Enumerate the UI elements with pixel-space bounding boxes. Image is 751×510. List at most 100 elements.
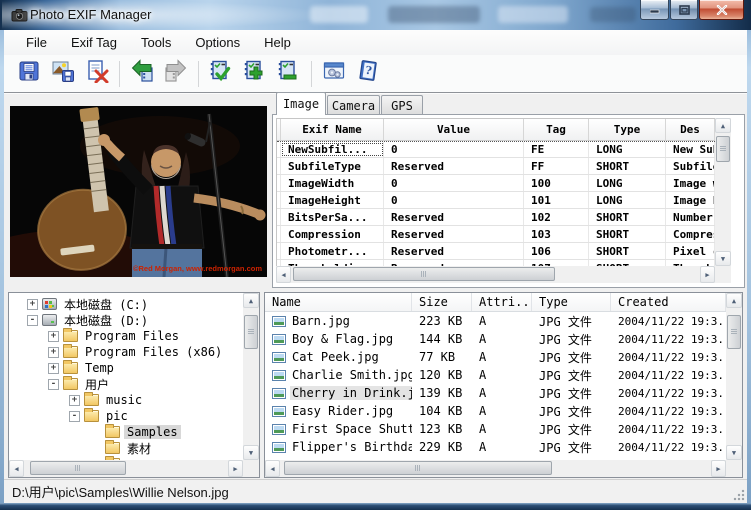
resize-grip[interactable] — [732, 488, 745, 501]
tree-item[interactable]: + Program Files — [9, 328, 243, 344]
scroll-right-icon[interactable]: ▶ — [700, 266, 715, 283]
expand-toggle-icon[interactable]: - — [69, 411, 80, 422]
tree-vertical-scrollbar[interactable]: ▲ ▼ — [243, 293, 259, 460]
file-size: 144 KB — [412, 330, 472, 348]
scroll-thumb[interactable] — [284, 461, 552, 475]
maximize-icon[interactable] — [670, 0, 698, 20]
menu-item[interactable]: Exif Tag — [59, 32, 129, 53]
tree-item[interactable]: + music — [9, 392, 243, 408]
scroll-up-icon[interactable]: ▲ — [715, 118, 731, 133]
column-header-tag[interactable]: Tag — [524, 119, 589, 140]
add-tag-button[interactable] — [238, 58, 272, 90]
scroll-down-icon[interactable]: ▼ — [726, 445, 742, 460]
check-tags-button[interactable] — [204, 58, 238, 90]
file-row[interactable]: Boy & Flag.jpg 144 KB A JPG 文件 2004/11/2… — [265, 330, 726, 348]
column-header-description[interactable]: Des — [666, 119, 715, 140]
folder-icon — [84, 394, 99, 406]
scroll-left-icon[interactable]: ◀ — [276, 266, 291, 283]
next-image-icon — [164, 59, 188, 88]
menu-item[interactable]: Tools — [129, 32, 183, 53]
expand-toggle-icon[interactable]: + — [48, 331, 59, 342]
scroll-up-icon[interactable]: ▲ — [243, 293, 259, 308]
title-bar[interactable]: Photo EXIF Manager — [0, 0, 751, 30]
close-icon[interactable] — [699, 0, 744, 20]
menu-item[interactable]: Options — [183, 32, 252, 53]
file-row[interactable]: Barn.jpg 223 KB A JPG 文件 2004/11/22 19:3… — [265, 312, 726, 330]
tree-item[interactable]: - pic — [9, 408, 243, 424]
scroll-right-icon[interactable]: ▶ — [711, 460, 726, 477]
file-row[interactable]: Easy Rider.jpg 104 KB A JPG 文件 2004/11/2… — [265, 402, 726, 420]
exif-row[interactable]: ImageHeight 0 101 LONG Image h — [277, 192, 715, 209]
column-header-name[interactable]: Name — [265, 293, 412, 311]
remove-tag-button[interactable] — [272, 58, 306, 90]
exif-type-cell: LONG — [589, 192, 666, 208]
scroll-left-icon[interactable]: ◀ — [265, 460, 280, 477]
tab-gps[interactable]: GPS — [381, 95, 423, 115]
scroll-right-icon[interactable]: ▶ — [228, 460, 243, 477]
scroll-down-icon[interactable]: ▼ — [715, 251, 731, 266]
next-image-button[interactable] — [159, 58, 193, 90]
options-button[interactable] — [317, 58, 351, 90]
tree-item[interactable]: + 本地磁盘 (C:) — [9, 296, 243, 312]
exif-vertical-scrollbar[interactable]: ▲ ▼ — [715, 118, 731, 266]
exif-row[interactable]: ImageWidth 0 100 LONG Image w — [277, 175, 715, 192]
scroll-thumb[interactable] — [30, 461, 126, 475]
expand-toggle-icon[interactable]: - — [27, 315, 38, 326]
tree-item[interactable]: 素材 — [9, 440, 243, 456]
expand-toggle-icon[interactable]: + — [27, 299, 38, 310]
scroll-down-icon[interactable]: ▼ — [243, 445, 259, 460]
expand-toggle-icon[interactable]: + — [48, 363, 59, 374]
column-header-type[interactable]: Type — [532, 293, 611, 311]
exif-row[interactable]: NewSubfil... 0 FE LONG New Sub — [277, 141, 715, 158]
column-header-attributes[interactable]: Attri... — [472, 293, 532, 311]
file-row[interactable]: Cat Peek.jpg 77 KB A JPG 文件 2004/11/22 1… — [265, 348, 726, 366]
exif-tag-cell: FE — [524, 142, 589, 157]
image-file-icon — [272, 388, 286, 399]
exif-row[interactable]: Photometr... Reserved 106 SHORT Pixel c — [277, 243, 715, 260]
scroll-thumb[interactable] — [716, 136, 730, 162]
file-name: Charlie Smith.jpg — [290, 368, 412, 382]
file-row[interactable]: Charlie Smith.jpg 120 KB A JPG 文件 2004/1… — [265, 366, 726, 384]
save-image-icon — [51, 59, 75, 88]
tree-item[interactable]: + Temp — [9, 360, 243, 376]
scroll-up-icon[interactable]: ▲ — [726, 293, 742, 308]
column-header-exif-name[interactable]: Exif Name — [281, 119, 384, 140]
column-header-type[interactable]: Type — [589, 119, 666, 140]
exif-row[interactable]: Compression Reserved 103 SHORT Compres — [277, 226, 715, 243]
file-row[interactable]: Cherry in Drink.jpg 139 KB A JPG 文件 2004… — [265, 384, 726, 402]
help-button[interactable]: ? — [351, 58, 385, 90]
column-header-value[interactable]: Value — [384, 119, 524, 140]
exif-horizontal-scrollbar[interactable]: ◀ ▶ — [276, 266, 715, 283]
file-row[interactable]: First Space Shuttl... 123 KB A JPG 文件 20… — [265, 420, 726, 438]
tree-item[interactable]: - 用户 — [9, 376, 243, 392]
scroll-thumb[interactable] — [293, 267, 555, 281]
scroll-thumb[interactable] — [244, 315, 258, 349]
save-image-button[interactable] — [46, 58, 80, 90]
tab-camera[interactable]: Camera — [327, 95, 380, 115]
expand-toggle-icon[interactable]: - — [48, 379, 59, 390]
tree-item[interactable]: Samples — [9, 424, 243, 440]
file-list-horizontal-scrollbar[interactable]: ◀ ▶ — [265, 460, 726, 477]
tree-horizontal-scrollbar[interactable]: ◀ ▶ — [9, 460, 243, 477]
tree-item[interactable]: + Program Files (x86) — [9, 344, 243, 360]
delete-exif-button[interactable] — [80, 58, 114, 90]
exif-row[interactable]: BitsPerSa... Reserved 102 SHORT Number — [277, 209, 715, 226]
save-button[interactable] — [12, 58, 46, 90]
tab-image[interactable]: Image — [276, 92, 326, 115]
column-header-size[interactable]: Size — [412, 293, 472, 311]
minimize-icon[interactable] — [640, 0, 669, 20]
previous-image-button[interactable] — [125, 58, 159, 90]
menu-item[interactable]: Help — [252, 32, 303, 53]
file-list-vertical-scrollbar[interactable]: ▲ ▼ — [726, 293, 742, 460]
exif-row[interactable]: SubfileType Reserved FF SHORT Subfile — [277, 158, 715, 175]
file-list: Name Size Attri... Type Created Barn.jpg… — [264, 292, 743, 478]
scroll-thumb[interactable] — [727, 315, 741, 349]
scroll-left-icon[interactable]: ◀ — [9, 460, 24, 477]
expand-toggle-icon[interactable]: + — [69, 395, 80, 406]
file-row[interactable]: Flipper's Birthday... 229 KB A JPG 文件 20… — [265, 438, 726, 456]
tree-item[interactable]: - 本地磁盘 (D:) — [9, 312, 243, 328]
tree-item-label: Program Files (x86) — [82, 345, 225, 359]
menu-item[interactable]: File — [14, 32, 59, 53]
column-header-created[interactable]: Created — [611, 293, 726, 311]
expand-toggle-icon[interactable]: + — [48, 347, 59, 358]
